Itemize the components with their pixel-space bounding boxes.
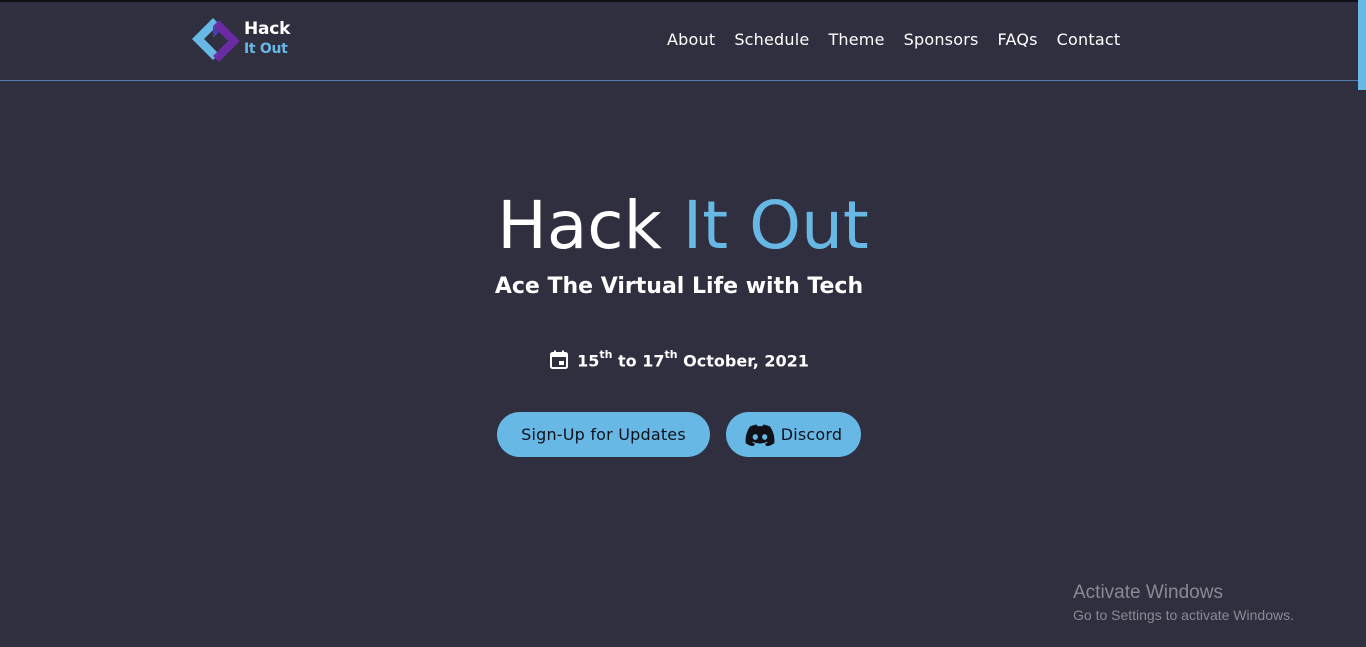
scrollbar-thumb[interactable] (1358, 0, 1366, 90)
brand-name-bottom: It Out (244, 41, 288, 57)
navbar: Hack It Out About Schedule Theme Sponsor… (0, 2, 1358, 81)
nav-link-about[interactable]: About (667, 30, 715, 49)
hero-buttons: Sign-Up for Updates Discord (0, 412, 1358, 457)
hero-title: Hack It Out (0, 187, 1366, 265)
calendar-icon (550, 350, 569, 370)
hero-title-part2: It Out (682, 187, 869, 264)
discord-icon (745, 424, 775, 446)
nav-link-sponsors[interactable]: Sponsors (904, 30, 979, 49)
start-day: 15 (577, 351, 600, 371)
nav-link-theme[interactable]: Theme (828, 30, 884, 49)
hero-tagline: Ace The Virtual Life with Tech (494, 274, 864, 299)
event-date-text: 15th to 17th October, 2021 (577, 348, 809, 371)
event-date: 15th to 17th October, 2021 (0, 348, 1358, 371)
brand-name-top: Hack (244, 19, 291, 39)
windows-activation-watermark: Activate Windows Go to Settings to activ… (1073, 582, 1294, 623)
nav-link-faqs[interactable]: FAQs (998, 30, 1038, 49)
end-day: 17 (642, 351, 665, 371)
main-nav: About Schedule Theme Sponsors FAQs Conta… (667, 30, 1120, 49)
watermark-subtitle: Go to Settings to activate Windows. (1073, 607, 1294, 623)
hack-it-out-logo-icon (192, 18, 240, 62)
discord-button[interactable]: Discord (726, 412, 861, 457)
watermark-title: Activate Windows (1073, 582, 1223, 603)
hero-title-part1: Hack (497, 187, 662, 264)
date-to: to (618, 351, 637, 371)
month-year: October, 2021 (683, 351, 809, 371)
start-day-suffix: th (599, 348, 613, 361)
nav-link-contact[interactable]: Contact (1057, 30, 1121, 49)
signup-updates-button[interactable]: Sign-Up for Updates (497, 412, 710, 457)
discord-label: Discord (780, 425, 843, 444)
signup-updates-label: Sign-Up for Updates (521, 425, 686, 444)
brand-home-link[interactable]: Hack It Out (191, 14, 311, 66)
end-day-suffix: th (664, 348, 678, 361)
nav-link-schedule[interactable]: Schedule (734, 30, 809, 49)
